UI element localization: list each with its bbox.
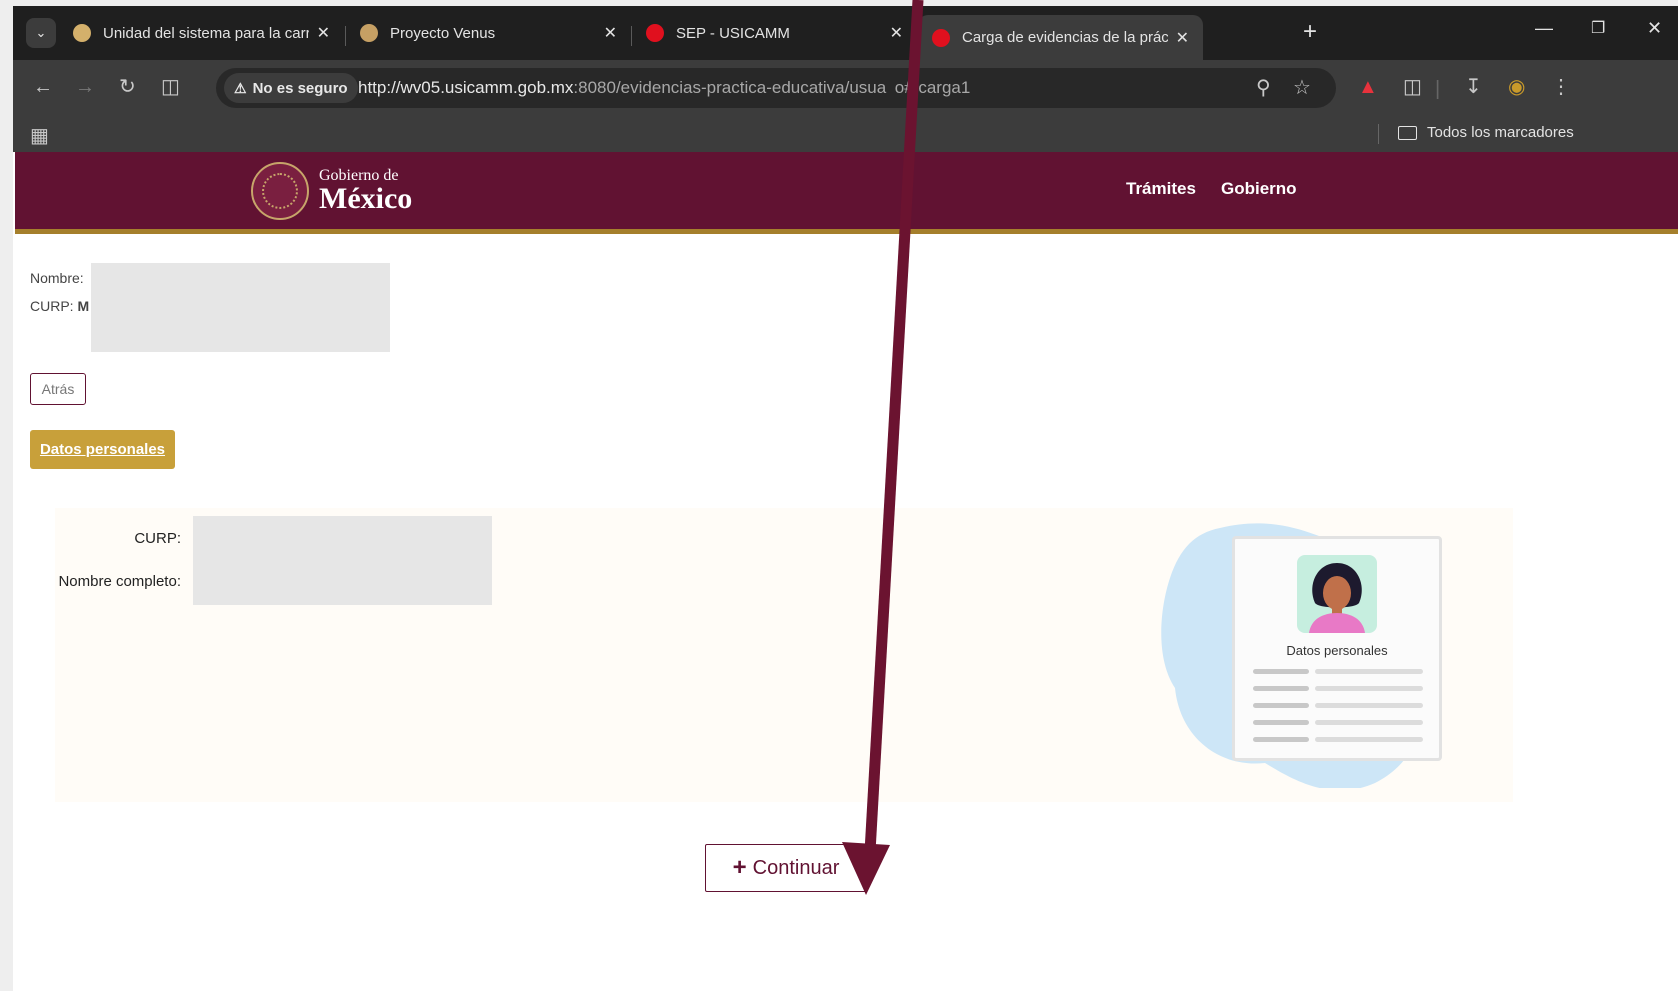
- bookmarks-bar: ▦ Todos los marcadores: [13, 116, 1678, 152]
- url-text[interactable]: http://wv05.usicamm.gob.mx:8080/evidenci…: [358, 78, 970, 98]
- profile-avatar-icon[interactable]: ◉: [1508, 74, 1525, 100]
- curp-row: CURP: M: [30, 298, 89, 314]
- all-bookmarks-button[interactable]: Todos los marcadores: [1398, 124, 1574, 141]
- continuar-button[interactable]: + Continuar: [705, 844, 867, 892]
- close-icon[interactable]: ✕: [317, 23, 330, 43]
- window-close-button[interactable]: ✕: [1647, 18, 1662, 39]
- browser-window: ⌄ Unidad del sistema para la carre ✕ Pro…: [13, 6, 1678, 991]
- continuar-label: Continuar: [752, 856, 840, 879]
- person-avatar-icon: [1297, 555, 1377, 633]
- menu-icon[interactable]: ⋮: [1551, 74, 1571, 100]
- reload-icon[interactable]: ↻: [119, 74, 136, 100]
- tab-carga-evidencias[interactable]: Carga de evidencias de la prácti ✕: [918, 15, 1203, 60]
- url-path: :8080/evidencias-practica-educativa/usua…: [573, 78, 971, 97]
- favicon-icon: [646, 24, 664, 42]
- close-icon[interactable]: ✕: [890, 23, 903, 43]
- tab-search-button[interactable]: ⌄: [26, 18, 56, 48]
- security-chip[interactable]: ⚠ No es seguro: [224, 73, 358, 103]
- plus-icon: +: [1303, 18, 1318, 45]
- tab-unidad[interactable]: Unidad del sistema para la carre ✕: [59, 15, 344, 51]
- minimize-button[interactable]: —: [1535, 18, 1553, 39]
- gobierno-mexico-logo[interactable]: Gobierno de México: [251, 162, 412, 220]
- page-content: Gobierno de México Trámites Gobierno Nom…: [15, 152, 1678, 991]
- nombre-label: Nombre:: [30, 270, 84, 286]
- split-view-icon[interactable]: ◫: [161, 74, 180, 100]
- back-button[interactable]: Atrás: [30, 373, 86, 405]
- security-label: No es seguro: [252, 79, 348, 97]
- gov-header: Gobierno de México Trámites Gobierno: [15, 152, 1678, 234]
- datos-personales-card: Datos personales: [1232, 536, 1442, 761]
- nombre-row: Nombre:: [30, 270, 89, 286]
- curp-label: CURP:: [30, 298, 74, 314]
- close-icon[interactable]: ✕: [604, 23, 617, 43]
- address-bar[interactable]: ⚠ No es seguro http://wv05.usicamm.gob.m…: [216, 68, 1336, 108]
- apps-grid-icon[interactable]: ▦: [30, 123, 49, 148]
- card-title: Datos personales: [1286, 643, 1388, 658]
- chevron-down-icon: ⌄: [35, 25, 47, 40]
- all-bookmarks-label: Todos los marcadores: [1427, 124, 1574, 141]
- logo-line2: México: [319, 182, 413, 215]
- redacted-user-data: [91, 263, 390, 352]
- download-icon[interactable]: ↧: [1465, 74, 1482, 100]
- warning-icon: ⚠: [234, 79, 247, 96]
- restore-button[interactable]: ❐: [1591, 18, 1605, 38]
- browser-toolbar: ← → ↻ ◫ ⚠ No es seguro http://wv05.usica…: [13, 60, 1678, 116]
- forward-arrow-icon[interactable]: →: [75, 74, 95, 100]
- extensions-icon[interactable]: ◫: [1403, 74, 1422, 100]
- tab-title: Proyecto Venus: [390, 24, 496, 42]
- datos-personales-panel: CURP: Nombre completo: Datos personales: [55, 508, 1513, 802]
- favicon-icon: [360, 24, 378, 42]
- tab-title: Unidad del sistema para la carre: [103, 24, 309, 42]
- plus-icon: +: [732, 854, 747, 881]
- form-curp-label: CURP:: [134, 530, 181, 547]
- user-info: Nombre: CURP: M: [30, 270, 89, 326]
- toolbar-separator: |: [1435, 78, 1441, 100]
- tab-title: SEP - USICAMM: [676, 24, 790, 42]
- new-tab-button[interactable]: +: [1303, 18, 1317, 46]
- url-host: http://wv05.usicamm.gob.mx: [358, 78, 574, 97]
- favicon-icon: [932, 28, 950, 47]
- nav-tramites[interactable]: Trámites: [1126, 179, 1196, 199]
- tab-proyecto-venus[interactable]: Proyecto Venus ✕: [346, 15, 631, 51]
- curp-value: M: [77, 298, 90, 314]
- back-arrow-icon[interactable]: ←: [33, 74, 53, 100]
- zoom-icon[interactable]: ⚲: [1256, 75, 1271, 101]
- nav-gobierno[interactable]: Gobierno: [1221, 179, 1297, 199]
- close-icon[interactable]: ✕: [1176, 28, 1189, 48]
- folder-icon: [1398, 125, 1417, 140]
- pdf-extension-icon[interactable]: ▲: [1358, 74, 1378, 100]
- tab-strip: ⌄ Unidad del sistema para la carre ✕ Pro…: [13, 6, 1678, 60]
- tab-sep-usicamm[interactable]: SEP - USICAMM ✕: [632, 15, 917, 51]
- tab-title: Carga de evidencias de la prácti: [962, 29, 1168, 46]
- national-seal-icon: [251, 162, 309, 220]
- bookmarks-separator: [1378, 124, 1379, 144]
- favicon-icon: [73, 24, 91, 42]
- star-icon[interactable]: ☆: [1293, 75, 1311, 101]
- redacted-form-data: [193, 516, 492, 605]
- form-nombre-completo-label: Nombre completo:: [58, 573, 181, 590]
- datos-personales-button[interactable]: Datos personales: [30, 430, 175, 469]
